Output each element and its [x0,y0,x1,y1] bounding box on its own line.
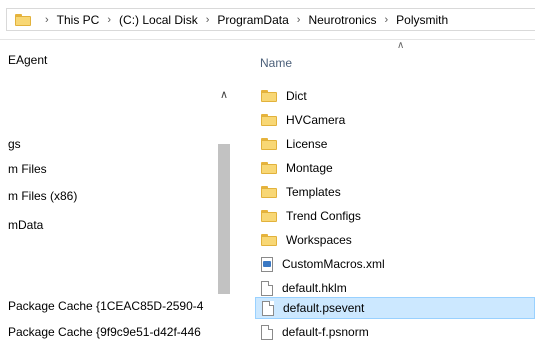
folder-icon-wrap [261,210,277,222]
folder-icon [261,186,277,198]
breadcrumb-item-local-disk[interactable]: › (C:) Local Disk [99,13,197,27]
list-item-file[interactable]: default-f.psnorm [255,321,535,343]
list-item-file[interactable]: CustomMacros.xml [255,253,535,275]
file-name: default-f.psnorm [282,325,369,339]
sort-ascending-icon: ∧ [397,40,405,51]
file-icon [261,324,273,340]
chevron-right-icon[interactable]: › [297,14,301,26]
folder-icon-wrap [261,90,277,102]
breadcrumb-item-programdata[interactable]: › ProgramData [198,13,289,27]
file-icon [261,280,273,296]
address-bar[interactable]: › This PC › (C:) Local Disk › ProgramDat… [0,0,535,40]
file-name: default.psevent [283,301,365,315]
file-icon [262,300,274,316]
file-name: Dict [286,89,307,103]
list-item-folder[interactable]: Dict [255,85,535,107]
breadcrumb-item-neurotronics[interactable]: › Neurotronics [289,13,377,27]
file-name: HVCamera [286,113,346,127]
folder-icon [261,114,277,126]
scrollbar-thumb[interactable] [218,144,230,294]
chevron-right-icon[interactable]: › [206,14,210,26]
folder-icon-wrap [261,234,277,246]
list-item-folder[interactable]: Montage [255,157,535,179]
list-item-folder[interactable]: Templates [255,181,535,203]
file-name: Montage [286,161,333,175]
folder-icon [261,162,277,174]
file-name: Workspaces [286,233,352,247]
nav-item-program-files-x86[interactable]: m Files (x86) [8,189,77,203]
navigation-pane[interactable]: EAgent gs m Files m Files (x86) mData Pa… [0,40,246,349]
nav-item-gs[interactable]: gs [8,137,21,151]
folder-icon-wrap [261,138,277,150]
folder-icon [15,13,31,26]
folder-icon [261,138,277,150]
nav-item-programdata[interactable]: mData [8,218,43,232]
xml-file-icon [261,256,273,272]
chevron-right-icon[interactable]: › [45,14,49,26]
list-item-folder[interactable]: Trend Configs [255,205,535,227]
file-icon-wrap [261,280,273,296]
file-name: Templates [286,185,341,199]
column-header-name[interactable]: Name [260,56,292,70]
list-item-folder[interactable]: License [255,133,535,155]
nav-item-program-files[interactable]: m Files [8,162,47,176]
folder-icon-wrap [261,162,277,174]
breadcrumb-item-this-pc[interactable]: › This PC [37,13,99,27]
folder-icon [261,90,277,102]
file-name: default.hklm [282,281,347,295]
list-item-file-selected[interactable]: default.psevent [255,297,535,319]
chevron-right-icon[interactable]: › [107,14,111,26]
file-name: License [286,137,328,151]
nav-item-package-cache-2[interactable]: Package Cache {9f9c9e51-d42f-446 [8,325,201,339]
list-item-folder[interactable]: HVCamera [255,109,535,131]
xml-file-icon-wrap [261,256,273,272]
chevron-right-icon[interactable]: › [384,14,388,26]
file-icon-wrap [261,324,273,340]
folder-icon [261,234,277,246]
folder-icon-wrap [261,114,277,126]
folder-icon [261,210,277,222]
nav-item-package-cache-1[interactable]: Package Cache {1CEAC85D-2590-4 [8,299,203,313]
list-item-folder[interactable]: Workspaces [255,229,535,251]
file-icon-wrap [262,300,274,316]
file-name: Trend Configs [286,209,361,223]
breadcrumb-item-polysmith[interactable]: › Polysmith [376,13,448,27]
nav-item-eagent[interactable]: EAgent [8,53,47,67]
folder-icon-wrap [261,186,277,198]
file-name: CustomMacros.xml [282,257,385,271]
file-list[interactable]: ∧ Name Dict HVCamera License Montage Tem… [246,40,535,349]
list-item-file[interactable]: default.hklm [255,277,535,299]
scroll-up-icon[interactable]: ∧ [220,88,228,101]
breadcrumb[interactable]: › This PC › (C:) Local Disk › ProgramDat… [6,8,535,31]
